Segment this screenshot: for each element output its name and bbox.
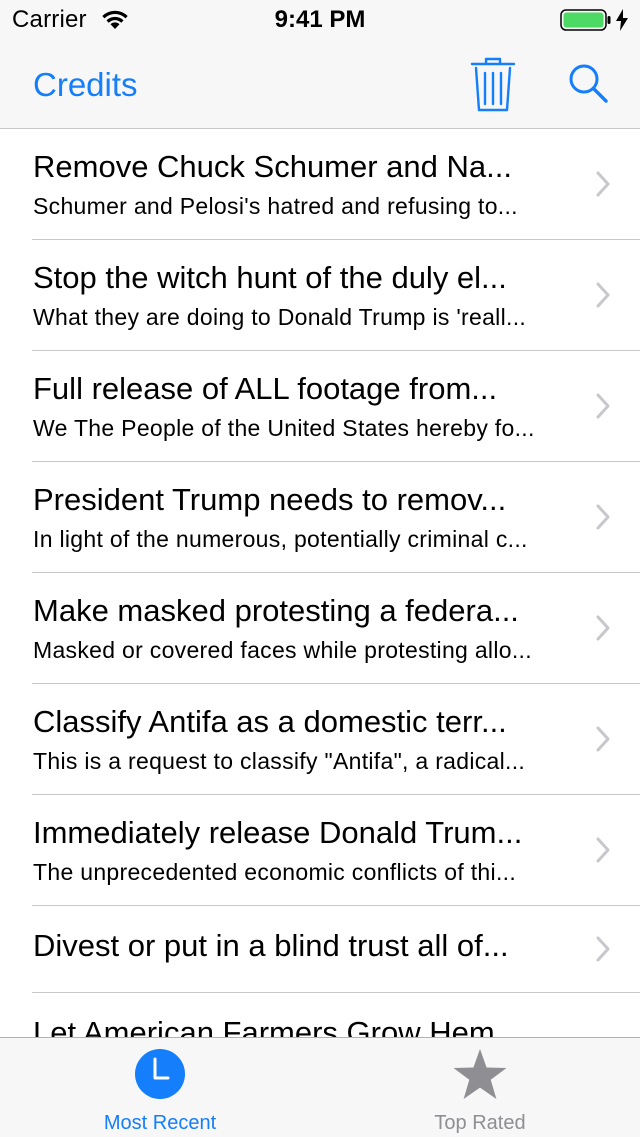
list-item[interactable]: Remove Chuck Schumer and Na... Schumer a… xyxy=(0,129,640,240)
list-item[interactable]: Divest or put in a blind trust all of... xyxy=(0,906,640,993)
list-item-subtitle: In light of the numerous, potentially cr… xyxy=(33,526,528,552)
list-item-title: Make masked protesting a federa... xyxy=(33,593,519,628)
tab-bar: Most Recent Top Rated xyxy=(0,1037,640,1137)
list-item-subtitle: Masked or covered faces while protesting… xyxy=(33,637,532,663)
list-item[interactable]: President Trump needs to remov... In lig… xyxy=(0,462,640,573)
status-bar: Carrier 9:41 PM xyxy=(0,0,640,40)
list-item[interactable]: Full release of ALL footage from... We T… xyxy=(0,351,640,462)
list-item[interactable]: Let American Farmers Grow Hem... xyxy=(0,993,640,1037)
tab-label: Most Recent xyxy=(103,1112,217,1134)
chevron-right-icon xyxy=(596,615,610,646)
list-item-title: Immediately release Donald Trum... xyxy=(33,815,523,850)
tab-label: Top Rated xyxy=(434,1112,526,1134)
search-icon[interactable] xyxy=(565,60,613,108)
list-item[interactable]: Stop the witch hunt of the duly el... Wh… xyxy=(0,240,640,351)
tab-most-recent[interactable]: Most Recent xyxy=(0,1038,320,1137)
petition-list[interactable]: Remove Chuck Schumer and Na... Schumer a… xyxy=(0,129,640,1037)
list-item-title: Divest or put in a blind trust all of... xyxy=(33,928,509,963)
list-item-title: Let American Farmers Grow Hem... xyxy=(33,1015,521,1037)
list-item-subtitle: This is a request to classify "Antifa", … xyxy=(33,748,526,774)
chevron-right-icon xyxy=(596,837,610,868)
list-item-title: Stop the witch hunt of the duly el... xyxy=(33,260,507,295)
chevron-right-icon xyxy=(596,171,610,202)
credits-button[interactable]: Credits xyxy=(33,66,138,104)
chevron-right-icon xyxy=(596,936,610,967)
list-item-subtitle: The unprecedented economic conflicts of … xyxy=(33,859,517,885)
list-item-subtitle: What they are doing to Donald Trump is '… xyxy=(33,304,527,330)
status-time: 9:41 PM xyxy=(274,6,366,33)
chevron-right-icon xyxy=(596,393,610,424)
chevron-right-icon xyxy=(596,504,610,535)
list-item-subtitle: We The People of the United States hereb… xyxy=(33,415,535,441)
list-item-title: Remove Chuck Schumer and Na... xyxy=(33,149,512,184)
clock-icon xyxy=(134,1048,186,1105)
navigation-bar: Credits xyxy=(0,40,640,129)
list-item[interactable]: Immediately release Donald Trum... The u… xyxy=(0,795,640,906)
tab-top-rated[interactable]: Top Rated xyxy=(320,1038,640,1137)
trash-icon[interactable] xyxy=(468,54,518,114)
star-icon xyxy=(452,1048,508,1107)
list-item-title: Classify Antifa as a domestic terr... xyxy=(33,704,507,739)
list-item-title: Full release of ALL footage from... xyxy=(33,371,498,406)
charging-icon xyxy=(615,9,629,36)
list-item-title: President Trump needs to remov... xyxy=(33,482,507,517)
list-item-subtitle: Schumer and Pelosi's hatred and refusing… xyxy=(33,193,518,219)
chevron-right-icon xyxy=(596,282,610,313)
list-item[interactable]: Make masked protesting a federa... Maske… xyxy=(0,573,640,684)
chevron-right-icon xyxy=(596,726,610,757)
list-item[interactable]: Classify Antifa as a domestic terr... Th… xyxy=(0,684,640,795)
battery-icon xyxy=(560,9,612,36)
